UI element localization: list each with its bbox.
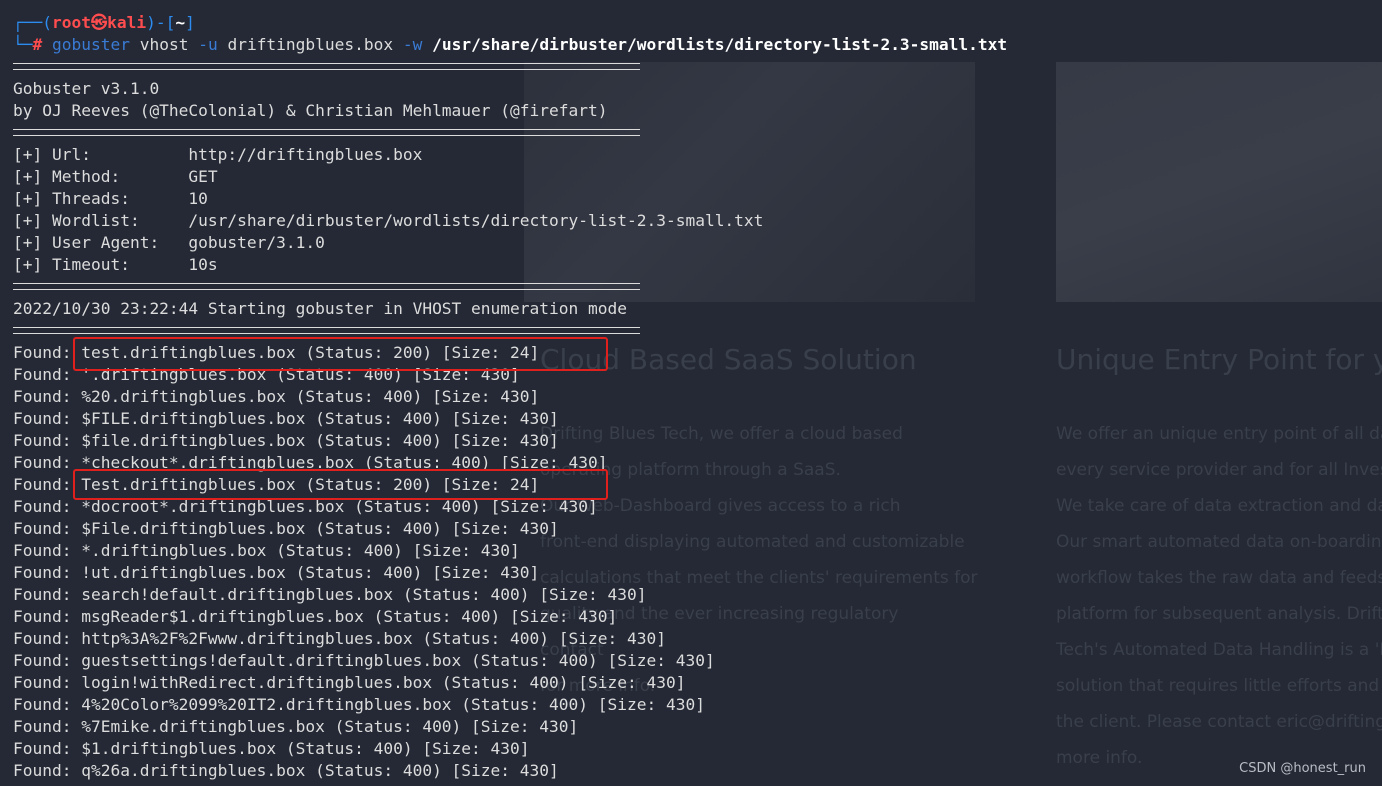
result-line: Found: $File.driftingblues.box (Status: … (13, 519, 559, 538)
banner-authors: by OJ Reeves (@TheColonial) & Christian … (13, 101, 608, 120)
prompt-line-1: ┌──(root㉿kali)-[~] (13, 13, 195, 32)
command-wordlist: /usr/share/dirbuster/wordlists/directory… (432, 35, 1008, 54)
result-line: Found: search!default.driftingblues.box … (13, 585, 647, 604)
terminal-window: ┌──(root㉿kali)-[~] └─# gobuster vhost -u… (0, 0, 1382, 786)
result-line: Found: login!withRedirect.driftingblues.… (13, 673, 686, 692)
separator (13, 129, 640, 136)
config-line: [+] Url: http://driftingblues.box (13, 145, 423, 164)
result-line: Found: $FILE.driftingblues.box (Status: … (13, 409, 559, 428)
result-line: Found: %7Emike.driftingblues.box (Status… (13, 717, 579, 736)
separator (13, 327, 640, 334)
result-line: Found: %20.driftingblues.box (Status: 40… (13, 387, 540, 406)
separator (13, 63, 640, 70)
watermark: CSDN @honest_run (1239, 761, 1366, 776)
separator (13, 283, 640, 290)
result-line: Found: msgReader$1.driftingblues.box (St… (13, 607, 618, 626)
start-line: 2022/10/30 23:22:44 Starting gobuster in… (13, 299, 627, 318)
result-line: Found: $1.driftingblues.box (Status: 400… (13, 739, 530, 758)
prompt-user: root㉿kali (51, 13, 147, 32)
prompt-dir: ~ (175, 13, 186, 32)
highlight-box-test (73, 337, 608, 371)
config-line: [+] User Agent: gobuster/3.1.0 (13, 233, 325, 252)
command-line[interactable]: └─# gobuster vhost -u driftingblues.box … (13, 34, 1007, 56)
result-line: Found: 4%20Color%2099%20IT2.driftingblue… (13, 695, 705, 714)
result-line: Found: q%26a.driftingblues.box (Status: … (13, 761, 559, 780)
config-line: [+] Threads: 10 (13, 189, 208, 208)
config-line: [+] Timeout: 10s (13, 255, 218, 274)
result-line: Found: !ut.driftingblues.box (Status: 40… (13, 563, 540, 582)
banner-version: Gobuster v3.1.0 (13, 79, 160, 98)
config-line: [+] Method: GET (13, 167, 218, 186)
result-line: Found: guestsettings!default.driftingblu… (13, 651, 715, 670)
config-line: [+] Wordlist: /usr/share/dirbuster/wordl… (13, 211, 764, 230)
highlight-box-Test (73, 469, 608, 500)
command-name: gobuster (52, 35, 130, 54)
result-line: Found: $file.driftingblues.box (Status: … (13, 431, 559, 450)
result-line: Found: http%3A%2F%2Fwww.driftingblues.bo… (13, 629, 666, 648)
result-line: Found: *.driftingblues.box (Status: 400)… (13, 541, 520, 560)
